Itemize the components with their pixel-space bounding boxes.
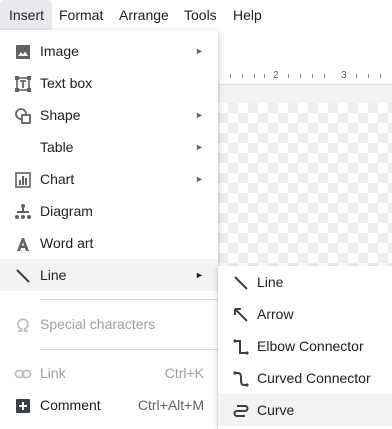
submenu-item-label: Elbow Connector bbox=[257, 338, 364, 354]
menu-item-line[interactable]: Line ► bbox=[0, 259, 218, 291]
ruler-tick bbox=[380, 74, 381, 78]
line-submenu: Line Arrow Elbow Connector Curved Connec… bbox=[218, 266, 392, 429]
submenu-item-elbow-connector[interactable]: Elbow Connector bbox=[218, 330, 392, 362]
ruler-tick bbox=[368, 74, 369, 78]
ruler-tick bbox=[242, 74, 243, 78]
menu-item-label: Diagram bbox=[40, 203, 93, 219]
submenu-item-curve[interactable]: Curve bbox=[218, 394, 392, 426]
menu-item-diagram[interactable]: Diagram bbox=[0, 195, 218, 227]
menu-item-label: Text box bbox=[40, 75, 93, 91]
ruler-label: 2 bbox=[273, 70, 279, 81]
text-box-icon bbox=[14, 75, 32, 93]
submenu-arrow-icon: ► bbox=[195, 174, 204, 184]
menu-item-label: Chart bbox=[40, 171, 75, 187]
ruler-tick bbox=[300, 74, 301, 78]
ruler-tick bbox=[288, 74, 289, 78]
submenu-item-label: Arrow bbox=[257, 306, 294, 322]
omega-icon bbox=[14, 316, 32, 334]
menu-item-comment[interactable]: Comment Ctrl+Alt+M bbox=[0, 389, 218, 421]
horizontal-ruler: 2 3 bbox=[218, 70, 392, 85]
menu-item-table[interactable]: Table ► bbox=[0, 131, 218, 163]
menu-item-link[interactable]: Link Ctrl+K bbox=[0, 357, 218, 389]
submenu-arrow-icon: ► bbox=[195, 46, 204, 56]
menu-item-label: Link bbox=[40, 365, 66, 381]
menu-item-image[interactable]: Image ► bbox=[0, 35, 218, 67]
menu-item-text-box[interactable]: Text box bbox=[0, 67, 218, 99]
menu-item-label: Comment bbox=[40, 397, 101, 413]
arrow-icon bbox=[232, 306, 250, 324]
ruler-tick bbox=[312, 74, 313, 78]
submenu-arrow-icon: ► bbox=[195, 110, 204, 120]
word-art-icon bbox=[14, 235, 32, 253]
menu-help[interactable]: Help bbox=[233, 0, 262, 30]
image-icon bbox=[14, 43, 32, 61]
ruler-tick bbox=[356, 74, 357, 78]
menu-bar: Insert Format Arrange Tools Help bbox=[0, 0, 392, 30]
canvas-gutter bbox=[218, 85, 392, 103]
curved-connector-icon bbox=[232, 370, 250, 388]
menu-arrange[interactable]: Arrange bbox=[119, 0, 169, 30]
menu-item-label: Image bbox=[40, 43, 79, 59]
menu-item-label: Word art bbox=[40, 235, 94, 251]
menu-tools[interactable]: Tools bbox=[184, 0, 217, 30]
menu-item-label: Special characters bbox=[40, 316, 156, 332]
submenu-item-label: Curve bbox=[257, 402, 295, 418]
line-icon bbox=[14, 267, 32, 285]
submenu-item-line[interactable]: Line bbox=[218, 266, 392, 298]
shortcut-hint: Ctrl+Alt+M bbox=[137, 397, 204, 413]
ruler-tick bbox=[324, 74, 325, 78]
submenu-item-arrow[interactable]: Arrow bbox=[218, 298, 392, 330]
curve-icon bbox=[232, 402, 250, 420]
submenu-item-label: Curved Connector bbox=[257, 370, 371, 386]
menu-item-label: Line bbox=[40, 267, 67, 283]
menu-insert-label: Insert bbox=[9, 7, 45, 23]
menu-insert[interactable]: Insert bbox=[0, 0, 52, 30]
menu-format[interactable]: Format bbox=[59, 0, 103, 30]
menu-item-special-characters[interactable]: Special characters bbox=[0, 308, 218, 340]
ruler-label: 3 bbox=[341, 70, 347, 81]
toolbar bbox=[218, 30, 392, 71]
menu-divider bbox=[40, 299, 218, 300]
insert-menu: Image ► Text box Shape ► Table ► Chart ►… bbox=[0, 30, 218, 429]
diagram-icon bbox=[14, 203, 32, 221]
submenu-arrow-icon: ► bbox=[195, 270, 204, 280]
line-icon bbox=[232, 274, 250, 292]
submenu-arrow-icon: ► bbox=[195, 142, 204, 152]
menu-item-label: Table bbox=[40, 139, 74, 155]
link-icon bbox=[14, 365, 32, 383]
menu-divider bbox=[40, 349, 218, 350]
menu-item-label: Shape bbox=[40, 107, 81, 123]
submenu-item-label: Line bbox=[257, 274, 284, 290]
ruler-tick bbox=[254, 74, 255, 78]
ruler-tick bbox=[230, 74, 231, 78]
chart-icon bbox=[14, 171, 32, 189]
menu-item-shape[interactable]: Shape ► bbox=[0, 99, 218, 131]
elbow-connector-icon bbox=[232, 338, 250, 356]
shape-icon bbox=[14, 107, 32, 125]
add-comment-icon bbox=[14, 397, 32, 415]
menu-item-word-art[interactable]: Word art bbox=[0, 227, 218, 259]
shortcut-hint: Ctrl+K bbox=[164, 365, 204, 381]
ruler-tick bbox=[264, 74, 265, 78]
submenu-item-curved-connector[interactable]: Curved Connector bbox=[218, 362, 392, 394]
menu-item-chart[interactable]: Chart ► bbox=[0, 163, 218, 195]
